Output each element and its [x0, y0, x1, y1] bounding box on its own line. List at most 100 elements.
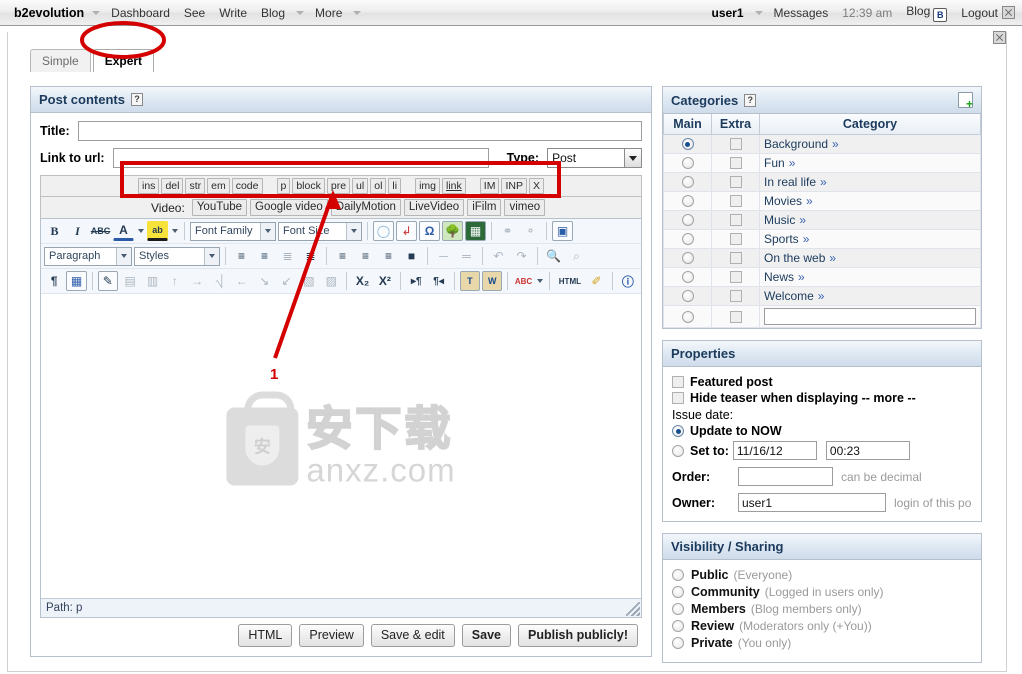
split-cells-icon[interactable]: ▧: [299, 271, 319, 291]
nav-item-see[interactable]: See: [177, 6, 212, 20]
close-icon[interactable]: [993, 31, 1006, 44]
category-main-cell[interactable]: [663, 191, 712, 211]
ltr-icon[interactable]: ▸¶: [406, 271, 426, 291]
hide-teaser-checkbox[interactable]: [672, 392, 684, 404]
styles-select[interactable]: Styles: [134, 246, 220, 266]
quicktag-em[interactable]: em: [207, 178, 230, 194]
quicktag-inp[interactable]: INP: [501, 178, 527, 194]
set-to-radio[interactable]: [672, 444, 684, 457]
table-row[interactable]: Sports »: [663, 229, 981, 249]
set-to-row[interactable]: Set to:: [672, 441, 972, 460]
chevron-down-icon[interactable]: [536, 271, 545, 291]
merge-cells-icon[interactable]: ▨: [321, 271, 341, 291]
edit-html-icon[interactable]: HTML: [555, 271, 584, 291]
category-name-cell[interactable]: Fun »: [759, 153, 981, 173]
category-extra-cell[interactable]: [711, 210, 760, 230]
category-expand-icon[interactable]: »: [798, 270, 805, 284]
category-main-cell[interactable]: [663, 248, 712, 268]
align-justify-icon[interactable]: ■: [401, 246, 422, 266]
quicktag-ins[interactable]: ins: [138, 178, 160, 194]
category-expand-icon[interactable]: »: [799, 213, 806, 227]
find-icon[interactable]: 🔍: [543, 246, 564, 266]
category-expand-icon[interactable]: »: [803, 232, 810, 246]
quicktag-im[interactable]: IM: [479, 178, 500, 194]
visibility-option-public[interactable]: Public (Everyone): [672, 568, 972, 582]
paragraph-select[interactable]: Paragraph: [44, 246, 132, 266]
tab-simple[interactable]: Simple: [30, 49, 91, 72]
help-icon[interactable]: ?: [130, 93, 143, 106]
title-input[interactable]: [77, 121, 642, 141]
find-replace-icon[interactable]: ⌕: [566, 246, 587, 266]
delete-column-icon[interactable]: ↙: [276, 271, 296, 291]
quicktag-img[interactable]: img: [415, 178, 441, 194]
nonbreaking-icon[interactable]: ↲: [396, 221, 417, 241]
align-left-icon[interactable]: ≡: [332, 246, 353, 266]
table-row[interactable]: In real life»: [663, 172, 981, 192]
video-button-google-video[interactable]: Google video: [250, 199, 328, 216]
editor-body[interactable]: 安 安下载 anxz.com: [41, 294, 641, 598]
category-main-cell[interactable]: [663, 134, 712, 154]
table-row[interactable]: Fun »: [663, 153, 981, 173]
category-main-radio[interactable]: [681, 195, 694, 207]
outdent-icon[interactable]: ≣: [277, 246, 298, 266]
category-expand-icon[interactable]: »: [832, 137, 839, 151]
redo-icon[interactable]: ↷: [511, 246, 532, 266]
text-color-icon[interactable]: A: [113, 221, 134, 241]
category-main-cell[interactable]: [663, 286, 712, 306]
category-main-cell[interactable]: [663, 267, 712, 287]
subscript-icon[interactable]: X₂: [352, 271, 372, 291]
delete-row-icon[interactable]: ⎷: [209, 271, 229, 291]
owner-input[interactable]: [738, 493, 886, 512]
category-main-radio[interactable]: [681, 271, 694, 283]
category-main-radio[interactable]: [681, 138, 694, 150]
insert-row-before-icon[interactable]: ↑: [165, 271, 185, 291]
category-extra-checkbox[interactable]: [729, 195, 742, 207]
category-main-radio[interactable]: [681, 310, 694, 323]
strikethrough-icon[interactable]: ABC: [90, 221, 111, 241]
special-character-icon[interactable]: Ω: [419, 221, 440, 241]
show-invisibles-icon[interactable]: ¶: [44, 271, 64, 291]
chevron-down-icon[interactable]: [260, 222, 275, 240]
blog-link[interactable]: Blog B: [899, 4, 954, 22]
category-main-radio[interactable]: [681, 214, 694, 226]
font-family-select[interactable]: Font Family: [190, 221, 276, 241]
hide-teaser-row[interactable]: Hide teaser when displaying -- more --: [672, 391, 972, 405]
cell-properties-icon[interactable]: ▥: [142, 271, 162, 291]
category-extra-checkbox[interactable]: [729, 157, 742, 169]
user-menu[interactable]: user1: [704, 6, 750, 20]
category-name-cell[interactable]: Music»: [759, 210, 981, 230]
category-extra-checkbox[interactable]: [729, 290, 742, 302]
category-name-cell[interactable]: Movies»: [759, 191, 981, 211]
insert-media-icon[interactable]: ▦: [465, 221, 486, 241]
category-extra-cell[interactable]: [711, 172, 760, 192]
category-main-radio[interactable]: [681, 176, 694, 188]
category-main-radio[interactable]: [681, 157, 694, 169]
chevron-down-icon[interactable]: [346, 222, 361, 240]
cleanup-icon[interactable]: ✐: [586, 271, 606, 291]
category-main-radio[interactable]: [681, 252, 694, 264]
featured-post-row[interactable]: Featured post: [672, 375, 972, 389]
new-category-extra-cell[interactable]: [711, 305, 760, 328]
quicktag-ul[interactable]: ul: [352, 178, 369, 194]
video-button-vimeo[interactable]: vimeo: [504, 199, 546, 216]
table-row[interactable]: On the web»: [663, 248, 981, 268]
category-extra-checkbox[interactable]: [729, 214, 742, 226]
new-category-icon[interactable]: [958, 92, 973, 110]
category-main-radio[interactable]: [681, 233, 694, 245]
editor-help-icon[interactable]: ⓘ: [618, 271, 638, 291]
category-name-cell[interactable]: On the web»: [759, 248, 981, 268]
help-icon[interactable]: ?: [744, 93, 757, 107]
quicktag-pre[interactable]: pre: [326, 178, 351, 194]
video-button-youtube[interactable]: YouTube: [191, 199, 248, 216]
visibility-radio[interactable]: [672, 569, 684, 581]
video-button-livevideo[interactable]: LiveVideo: [403, 199, 465, 216]
insert-row-after-icon[interactable]: →: [187, 271, 207, 291]
category-main-cell[interactable]: [663, 172, 712, 192]
new-category-row[interactable]: [663, 305, 981, 328]
issue-date-input[interactable]: [732, 441, 817, 460]
category-extra-checkbox[interactable]: [729, 233, 742, 245]
chevron-down-icon[interactable]: [136, 221, 145, 241]
tab-expert[interactable]: Expert: [92, 49, 155, 72]
chevron-down-icon[interactable]: [624, 149, 641, 167]
italic-icon[interactable]: I: [67, 221, 88, 241]
